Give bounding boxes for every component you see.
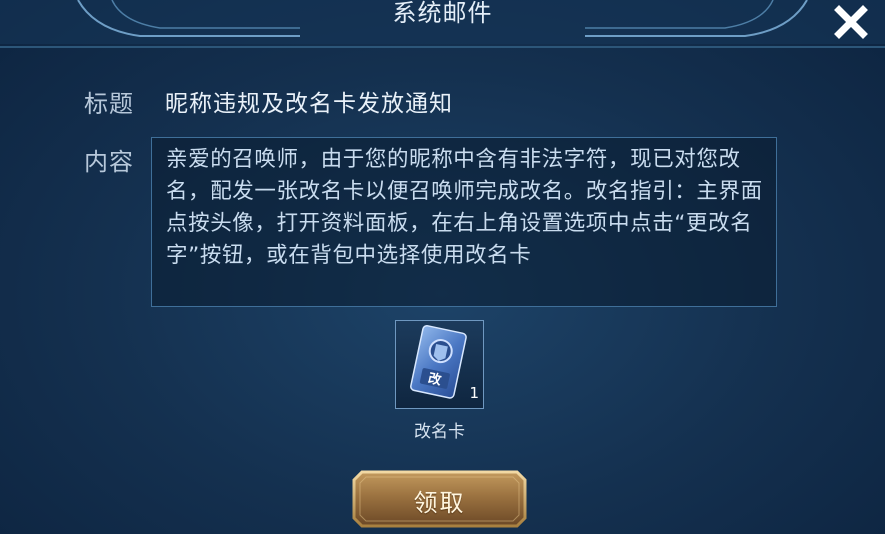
system-mail-dialog: 系统邮件 标题 昵称违规及改名卡发放通知 内容 亲爱的召唤师，由于您的昵称中含有… (0, 0, 885, 534)
attachment-slot[interactable]: 改 1 (395, 320, 484, 409)
content-text: 亲爱的召唤师，由于您的昵称中含有非法字符，现已对您改名，配发一张改名卡以便召唤师… (166, 147, 763, 268)
content-scroll-area[interactable]: 亲爱的召唤师，由于您的昵称中含有非法字符，现已对您改名，配发一张改名卡以便召唤师… (151, 137, 777, 307)
close-button[interactable] (831, 2, 871, 42)
close-icon (834, 5, 868, 39)
item-name: 改名卡 (414, 422, 465, 442)
item-count: 1 (469, 384, 479, 402)
subject-value: 昵称违规及改名卡发放通知 (165, 91, 453, 117)
claim-button-label: 领取 (413, 489, 466, 517)
dialog-title: 系统邮件 (392, 0, 493, 27)
content-label: 内容 (84, 148, 134, 176)
subject-label: 标题 (84, 90, 134, 118)
claim-button[interactable]: 领取 (352, 470, 527, 528)
